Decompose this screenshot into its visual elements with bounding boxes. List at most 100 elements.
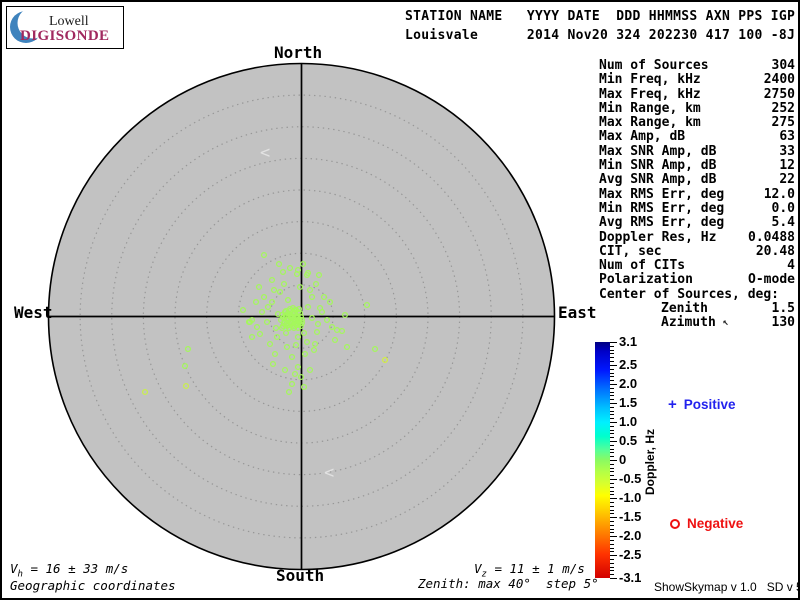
info-row: Num of Sources 304 xyxy=(599,58,795,73)
info-row-value: 12.0 xyxy=(763,186,795,202)
compass-east-label: East xyxy=(558,303,597,322)
info-panel: Num of Sources 304 Min Freq, kHz 2400 Max Fr… xyxy=(599,58,795,331)
colorbar-tick-label: 0 xyxy=(619,452,627,467)
colorbar-minor-tick xyxy=(610,368,614,370)
colorbar-minor-tick xyxy=(610,551,614,553)
colorbar-major-tick xyxy=(610,578,617,579)
open-circle-icon xyxy=(670,518,680,529)
info-row-label: Max Range, km xyxy=(599,115,701,131)
info-row-value: 275 xyxy=(771,115,795,131)
colorbar-minor-tick xyxy=(610,376,614,378)
info-row-label: Num of CITs xyxy=(599,258,686,274)
faint-chevron-mark: < xyxy=(324,463,334,483)
colorbar-tick-label: -3.1 xyxy=(619,570,642,585)
colorbar-minor-tick xyxy=(610,467,614,469)
legend-positive-label: Positive xyxy=(683,397,736,412)
app-version-label: ShowSkymap v 1.0 SD v 5.1 xyxy=(654,580,800,594)
info-row-label: Doppler Res, Hz xyxy=(599,229,717,245)
colorbar-major-tick xyxy=(610,383,617,385)
colorbar-major-tick xyxy=(610,517,617,519)
showskymap-window: Lowell DIGISONDE STATION NAME YYYY DATE … xyxy=(0,0,800,600)
info-row: Avg SNR Amp, dB 22 xyxy=(599,172,795,188)
colorbar-minor-tick xyxy=(610,452,614,454)
legend-positive: + Positive xyxy=(668,397,736,412)
colorbar-major-tick xyxy=(610,460,617,461)
colorbar-tick-label: 1.5 xyxy=(619,394,638,410)
info-row-label: Max Freq, kHz xyxy=(599,86,701,102)
info-row: Polarization O-mode xyxy=(599,272,795,288)
colorbar-minor-tick xyxy=(610,570,614,572)
info-row-value: 22 xyxy=(779,172,795,188)
info-row-value: 252 xyxy=(771,100,795,116)
colorbar-minor-tick xyxy=(610,559,614,560)
info-row-value: 0.0488 xyxy=(748,229,795,245)
colorbar-tick-label: -1.5 xyxy=(619,509,642,525)
info-row-value: 20.48 xyxy=(755,243,795,259)
colorbar-minor-tick xyxy=(610,448,614,450)
colorbar-minor-tick xyxy=(610,520,614,522)
info-row: Avg RMS Err, deg 5.4 xyxy=(599,215,795,231)
info-row: Min RMS Err, deg 0.0 xyxy=(599,201,795,216)
colorbar-minor-tick xyxy=(610,353,614,355)
info-row: Num of CITs 4 xyxy=(599,258,795,274)
colorbar-minor-tick xyxy=(610,357,614,359)
info-row: Max Amp, dB 63 xyxy=(599,129,795,145)
colorbar-minor-tick xyxy=(610,372,614,374)
doppler-axis-label: Doppler, Hz xyxy=(643,428,657,495)
colorbar-minor-tick xyxy=(610,490,614,492)
colorbar-major-tick xyxy=(610,441,617,442)
colorbar-tick-label: -1.0 xyxy=(619,490,642,506)
colorbar-minor-tick xyxy=(610,349,614,351)
colorbar-minor-tick xyxy=(610,410,614,412)
colorbar-minor-tick xyxy=(610,406,614,408)
info-row-value: 4 xyxy=(787,258,795,274)
colorbar-tick-label: 2.0 xyxy=(619,375,638,391)
colorbar-minor-tick xyxy=(610,471,614,473)
colorbar-minor-tick xyxy=(610,509,614,511)
colorbar-major-tick xyxy=(610,536,617,538)
colorbar-minor-tick xyxy=(610,433,614,435)
zenith-scale-label: Zenith: max 40° step 5° xyxy=(418,576,599,591)
info-row-value: 33 xyxy=(779,143,795,159)
legend-negative: Negative xyxy=(670,516,743,531)
info-row-value: O-mode xyxy=(748,272,795,288)
info-row: Max Range, km 275 xyxy=(599,115,795,131)
colorbar-major-tick xyxy=(610,421,617,423)
colorbar-minor-tick xyxy=(610,361,614,362)
colorbar-minor-tick xyxy=(610,505,614,507)
colorbar-tick-label: 0.5 xyxy=(619,432,638,448)
info-row: Min SNR Amp, dB 12 xyxy=(599,158,795,174)
colorbar-minor-tick xyxy=(610,437,614,439)
colorbar-major-tick xyxy=(610,555,617,557)
info-row-label: Avg RMS Err, deg xyxy=(599,215,725,231)
info-row-label: CIT, sec xyxy=(599,243,662,259)
azimuth-direction-icon: ↖ xyxy=(722,317,729,329)
colorbar-minor-tick xyxy=(610,418,614,420)
colorbar-tick-label: -2.0 xyxy=(619,528,642,544)
colorbar-tick-label: 3.1 xyxy=(619,334,638,349)
colorbar-minor-tick xyxy=(610,482,614,484)
colorbar-tick-label: -2.5 xyxy=(619,547,642,563)
plus-icon: + xyxy=(668,396,677,413)
colorbar-minor-tick xyxy=(610,532,614,534)
colorbar-major-tick xyxy=(610,498,617,500)
colorbar-minor-tick xyxy=(610,494,614,496)
colorbar-minor-tick xyxy=(610,528,614,530)
info-row: Min Range, km 252 xyxy=(599,100,795,116)
colorbar-tick-label: 1.0 xyxy=(619,413,638,429)
legend-negative-label: Negative xyxy=(687,516,744,531)
info-row-value: 130 xyxy=(771,315,795,331)
colorbar-minor-tick xyxy=(610,395,614,397)
colorbar-minor-tick xyxy=(610,486,614,488)
colorbar-minor-tick xyxy=(610,475,614,477)
compass-north-label: North xyxy=(274,43,323,62)
info-row-label: Max SNR Amp, dB xyxy=(599,143,717,159)
info-row-label: Min SNR Amp, dB xyxy=(599,158,717,174)
colorbar-minor-tick xyxy=(610,574,614,576)
info-row: Center of Sources, deg: xyxy=(599,287,795,302)
coordinate-system-label: Geographic coordinates xyxy=(10,578,176,593)
info-row-label: Max Amp, dB xyxy=(599,129,686,145)
info-row: Zenith 1.5 xyxy=(599,301,795,316)
colorbar-minor-tick xyxy=(610,429,614,431)
info-row-value: 304 xyxy=(771,58,795,73)
